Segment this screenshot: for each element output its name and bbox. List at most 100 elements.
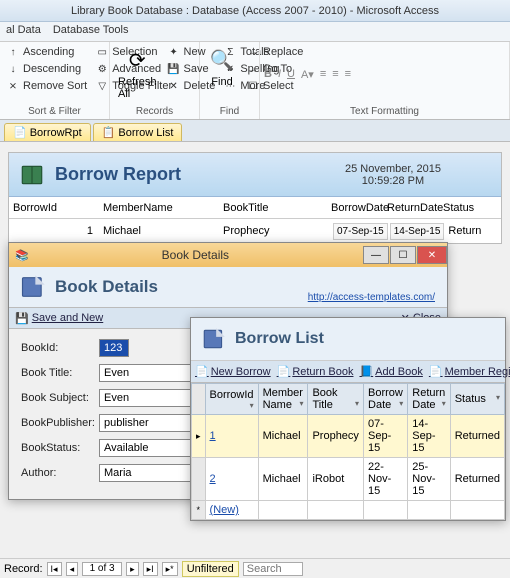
form-icon: 📋 — [102, 126, 116, 139]
cell-member: Michael — [103, 225, 223, 237]
nav-position[interactable] — [82, 562, 122, 576]
label-booktitle: Book Title: — [21, 367, 99, 379]
report-date: 25 November, 2015 — [345, 163, 441, 175]
cell-borrowid[interactable]: 1 — [205, 415, 258, 458]
col-return-date[interactable]: Return Date▾ — [408, 384, 450, 415]
book-details-icon — [19, 273, 47, 301]
borrow-toolbar: 📄New Borrow 📄Return Book 📘Add Book 📄Memb… — [191, 361, 505, 383]
add-book-button[interactable]: 📘Add Book — [359, 365, 422, 378]
new-row-marker[interactable]: * — [192, 501, 206, 520]
replace-icon: ↔ — [246, 45, 260, 59]
cell-returndate: 14-Sep-15 — [390, 223, 445, 240]
underline-button[interactable]: U — [287, 68, 295, 80]
add-icon: 📘 — [359, 365, 373, 378]
row-selector[interactable] — [192, 458, 206, 501]
new-icon: 📄 — [195, 365, 209, 378]
save-and-new-button[interactable]: 💾Save and New — [15, 312, 103, 325]
new-borrow-button[interactable]: 📄New Borrow — [195, 365, 271, 378]
col-member: MemberName — [103, 202, 223, 214]
nav-last[interactable]: ▸I — [143, 562, 158, 576]
cell-title: Prophecy — [223, 225, 331, 237]
return-book-button[interactable]: 📄Return Book — [277, 365, 354, 378]
cell-title[interactable]: iRobot — [308, 458, 364, 501]
align-center-button[interactable]: ≡ — [332, 68, 338, 80]
goto-icon: → — [246, 62, 260, 76]
cell-rdate[interactable]: 14-Sep-15 — [408, 415, 450, 458]
selection-icon: ▭ — [95, 45, 109, 59]
label-status: BookStatus: — [21, 442, 99, 454]
window-titlebar[interactable]: 📚 Book Details — ☐ ✕ — [9, 243, 447, 267]
nav-first[interactable]: I◂ — [47, 562, 62, 576]
template-link[interactable]: http://access-templates.com/ — [308, 292, 435, 303]
close-button[interactable]: ✕ — [417, 246, 447, 264]
table-new-row[interactable]: * (New) — [192, 501, 505, 520]
sort-asc-icon: ↑ — [6, 45, 20, 59]
menu-bar: al Data Database Tools — [0, 22, 510, 42]
col-status[interactable]: Status▾ — [450, 384, 504, 415]
col-borrow-date[interactable]: Borrow Date▾ — [364, 384, 408, 415]
tab-borrow-rpt[interactable]: 📄BorrowRpt — [4, 123, 91, 141]
group-find: Find — [204, 104, 255, 117]
nav-new[interactable]: ▸* — [162, 562, 178, 576]
chevron-down-icon[interactable]: ▾ — [250, 401, 254, 410]
cell-member[interactable]: Michael — [258, 415, 308, 458]
cell-status: Return — [444, 225, 484, 237]
cell-status[interactable]: Returned — [450, 415, 504, 458]
minimize-button[interactable]: — — [363, 246, 389, 264]
member-icon: 📄 — [429, 365, 443, 378]
col-borrowid[interactable]: BorrowId▾ — [205, 384, 258, 415]
ribbon: ↑Ascending ↓Descending ⨯Remove Sort ▭Sel… — [0, 42, 510, 120]
input-bookid[interactable] — [99, 339, 129, 357]
cell-borrowid: 1 — [13, 225, 103, 237]
label-bookid: BookId: — [21, 342, 99, 354]
bold-button[interactable]: B — [264, 68, 272, 80]
italic-button[interactable]: I — [278, 68, 281, 80]
font-color-button[interactable]: A▾ — [301, 68, 314, 81]
col-member-name[interactable]: Member Name▾ — [258, 384, 308, 415]
col-borrowid: BorrowId — [13, 202, 103, 214]
row-selector[interactable]: ▸ — [192, 415, 206, 458]
cell-bdate[interactable]: 07-Sep-15 — [364, 415, 408, 458]
align-left-button[interactable]: ≡ — [320, 68, 326, 80]
member-registration-button[interactable]: 📄Member Registration — [429, 365, 510, 378]
cell-title[interactable]: Prophecy — [308, 415, 364, 458]
nav-next[interactable]: ▸ — [126, 562, 139, 576]
maximize-button[interactable]: ☐ — [390, 246, 416, 264]
sort-ascending[interactable]: ↑Ascending — [4, 44, 89, 60]
sort-descending[interactable]: ↓Descending — [4, 61, 89, 77]
label-subject: Book Subject: — [21, 392, 99, 404]
book-details-title: Book Details — [55, 277, 158, 297]
report-column-headers: BorrowId MemberName BookTitle BorrowDate… — [9, 197, 501, 219]
cell-status[interactable]: Returned — [450, 458, 504, 501]
menu-database-tools[interactable]: Database Tools — [53, 24, 129, 39]
refresh-icon: ⟳ — [123, 46, 151, 74]
col-selector[interactable] — [192, 384, 206, 415]
col-status: Status — [443, 202, 483, 214]
report-header: Borrow Report 25 November, 2015 10:59:28… — [9, 153, 501, 197]
tab-borrow-list[interactable]: 📋Borrow List — [93, 123, 183, 141]
save-icon: 💾 — [15, 312, 29, 325]
table-header-row: BorrowId▾ Member Name▾ Book Title▾ Borro… — [192, 384, 505, 415]
book-details-header: Book Details http://access-templates.com… — [9, 267, 447, 307]
align-right-button[interactable]: ≡ — [345, 68, 351, 80]
group-sort-filter: Sort & Filter — [4, 104, 105, 117]
menu-external-data[interactable]: al Data — [6, 24, 41, 39]
window-icon: 📚 — [15, 249, 29, 262]
table-row[interactable]: 2 Michael iRobot 22-Nov-15 25-Nov-15 Ret… — [192, 458, 505, 501]
save-icon: 💾 — [167, 62, 181, 76]
table-row[interactable]: ▸ 1 Michael Prophecy 07-Sep-15 14-Sep-15… — [192, 415, 505, 458]
search-input[interactable] — [243, 562, 303, 576]
remove-sort[interactable]: ⨯Remove Sort — [4, 78, 89, 94]
cell-rdate[interactable]: 25-Nov-15 — [408, 458, 450, 501]
return-icon: 📄 — [277, 365, 291, 378]
cell-member[interactable]: Michael — [258, 458, 308, 501]
window-title: Library Book Database : Database (Access… — [0, 0, 510, 22]
nav-prev[interactable]: ◂ — [66, 562, 79, 576]
refresh-all[interactable]: ⟳Refresh All — [114, 44, 161, 102]
cell-borrowid[interactable]: 2 — [205, 458, 258, 501]
cell-bdate[interactable]: 22-Nov-15 — [364, 458, 408, 501]
filter-indicator[interactable]: Unfiltered — [182, 561, 239, 577]
find-button[interactable]: 🔍Find — [204, 44, 240, 90]
cell-new[interactable]: (New) — [205, 501, 258, 520]
col-book-title[interactable]: Book Title▾ — [308, 384, 364, 415]
